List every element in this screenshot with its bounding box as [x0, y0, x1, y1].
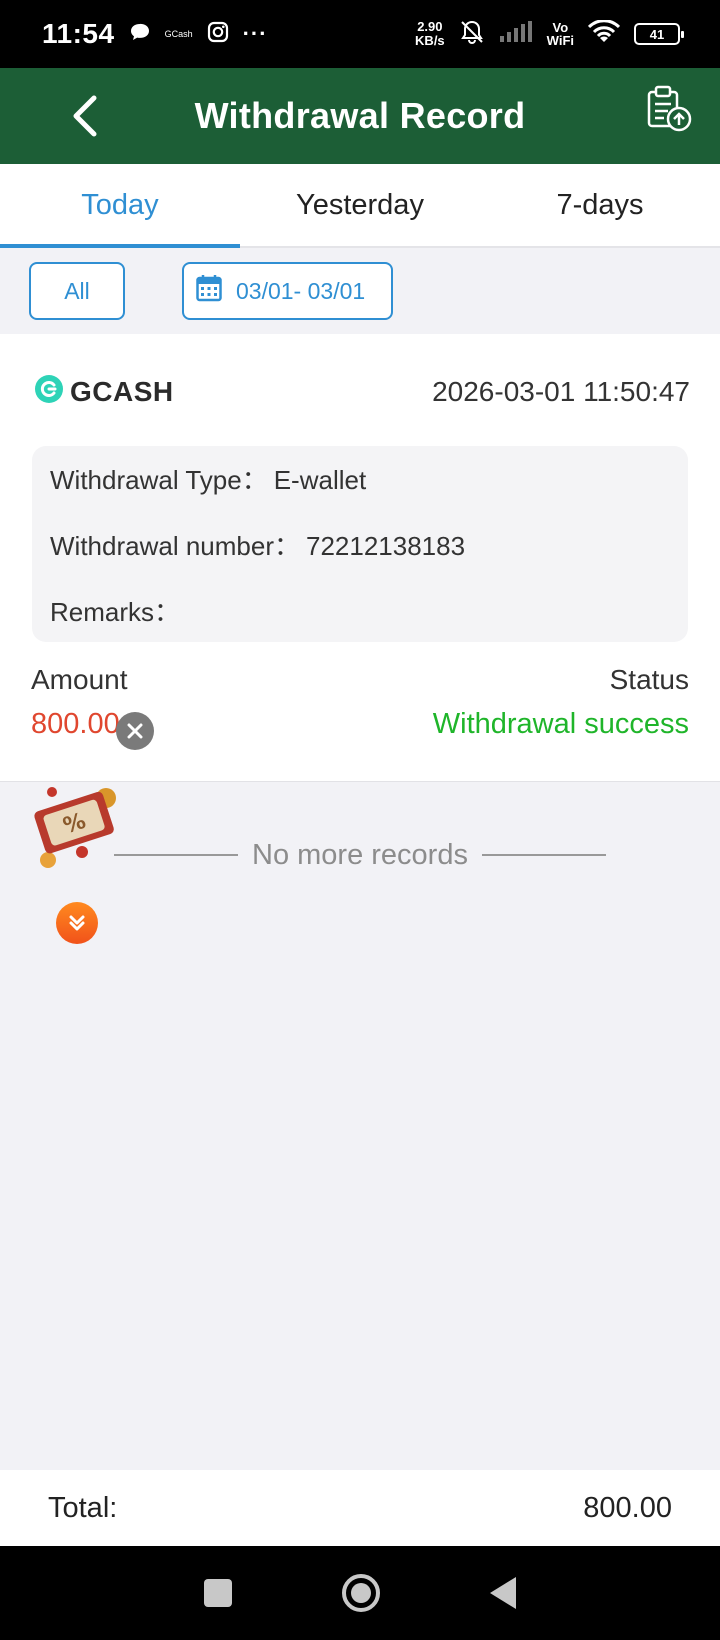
withdrawal-number-value: 72212138183 — [305, 531, 466, 561]
withdrawal-type-value: E-wallet — [273, 465, 367, 495]
calendar-icon — [196, 274, 222, 308]
withdrawal-type-row: Withdrawal Type： E-wallet — [50, 462, 670, 528]
status-value: Withdrawal success — [432, 708, 689, 740]
status-bar: 11:54 GCash ··· 2.90 KB/s Vo WiFi 41 — [0, 0, 720, 68]
more-notifications-icon: ··· — [242, 21, 268, 46]
gcash-notification-icon: GCash — [164, 29, 193, 39]
no-more-records-text: No more records — [252, 838, 468, 871]
amount-value: 800.00 — [31, 708, 120, 740]
divider-right — [481, 854, 606, 856]
remarks-row: Remarks： — [50, 594, 670, 660]
vowifi-indicator: Vo WiFi — [546, 20, 574, 48]
withdrawal-type-label: Withdrawal Type： — [50, 465, 268, 495]
network-speed: 2.90 KB/s — [415, 19, 445, 48]
double-chevron-down-icon — [69, 915, 85, 931]
withdrawal-number-row: Withdrawal number： 72212138183 — [50, 528, 670, 594]
date-range-picker[interactable]: 03/01- 03/01 — [182, 262, 393, 320]
bell-muted-icon — [459, 19, 485, 50]
tab-yesterday[interactable]: Yesterday — [240, 164, 480, 246]
chat-bubble-icon — [129, 22, 151, 47]
withdrawal-number-label: Withdrawal number： — [50, 531, 300, 561]
status-time: 11:54 — [42, 18, 115, 49]
total-bar: Total: 800.00 — [0, 1470, 720, 1546]
scroll-down-button[interactable] — [56, 902, 98, 944]
home-button[interactable] — [342, 1574, 380, 1612]
export-records-button[interactable] — [644, 82, 694, 138]
clipboard-upload-icon — [647, 85, 692, 132]
date-range-text: 03/01- 03/01 — [236, 277, 366, 304]
app-header: Withdrawal Record — [0, 68, 720, 164]
chevron-left-icon — [73, 95, 97, 137]
system-back-button[interactable] — [490, 1577, 516, 1609]
remarks-label: Remarks： — [50, 597, 181, 627]
amount-label: Amount — [31, 664, 128, 695]
close-promo-button[interactable] — [116, 712, 154, 750]
promo-discount-icon[interactable]: % — [26, 776, 130, 872]
tab-7-days[interactable]: 7-days — [480, 164, 720, 246]
signal-icon — [499, 20, 533, 48]
close-icon — [127, 723, 143, 739]
wifi-icon — [587, 18, 621, 49]
divider-left — [114, 854, 239, 856]
instagram-icon — [207, 21, 229, 48]
battery-icon: 41 — [634, 23, 684, 45]
total-value: 800.00 — [583, 1491, 672, 1524]
withdrawal-record-card: GCASH 2026-03-01 11:50:47 Withdrawal Typ… — [0, 334, 720, 782]
record-details: Withdrawal Type： E-wallet Withdrawal num… — [32, 446, 688, 642]
recent-apps-button[interactable] — [204, 1579, 232, 1607]
gcash-logo-icon — [34, 374, 64, 409]
system-nav-bar — [0, 1546, 720, 1640]
status-label: Status — [609, 664, 689, 695]
page-title: Withdrawal Record — [194, 95, 526, 136]
back-button[interactable] — [66, 92, 106, 140]
provider-brand: GCASH — [34, 374, 174, 409]
total-label: Total: — [48, 1491, 118, 1524]
provider-name: GCASH — [70, 375, 174, 407]
filter-all-button[interactable]: All — [29, 262, 125, 320]
filter-row: All 03/01- 03/01 — [0, 248, 720, 334]
record-datetime: 2026-03-01 11:50:47 — [432, 375, 690, 407]
tab-today[interactable]: Today — [0, 164, 240, 248]
date-tabs: Today Yesterday 7-days — [0, 164, 720, 248]
